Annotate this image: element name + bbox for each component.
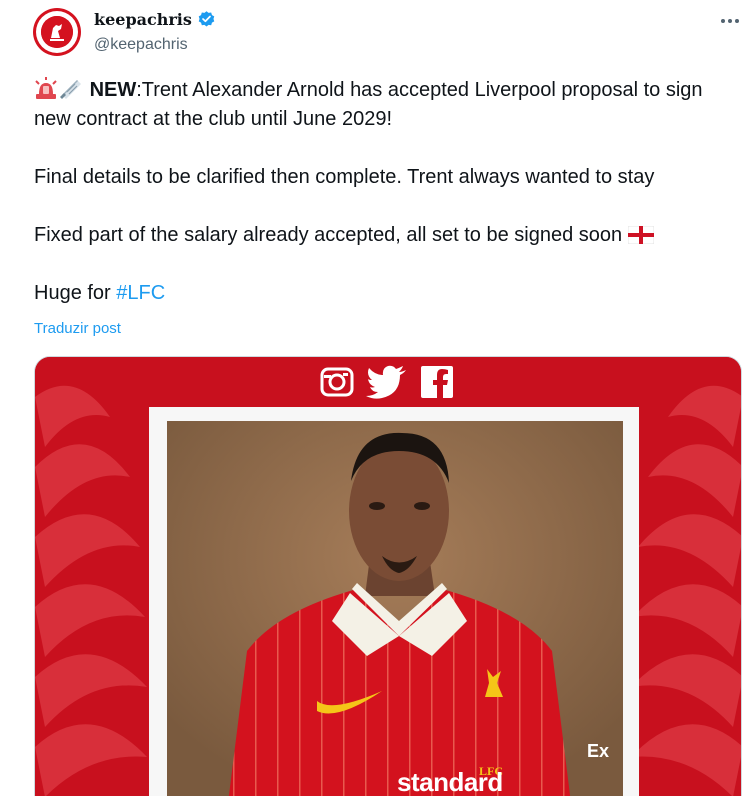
- player-illustration: [167, 421, 623, 796]
- tweet-card: keepachris @keepachris NEW:Trent Alexand…: [0, 0, 750, 796]
- england-flag-emoji: [627, 226, 654, 244]
- author-avatar[interactable]: [33, 8, 81, 56]
- twitter-icon: [366, 365, 406, 399]
- translate-post-link[interactable]: Traduzir post: [34, 320, 121, 337]
- new-label: NEW: [89, 79, 137, 101]
- tweet-text: NEW:Trent Alexander Arnold has accepted …: [34, 76, 734, 308]
- liverbird-logo-icon: [41, 16, 73, 48]
- author-handle[interactable]: @keepachris: [94, 36, 188, 54]
- instagram-icon: [320, 367, 354, 397]
- tweet-paragraph-3: Fixed part of the salary already accepte…: [34, 221, 734, 250]
- player-photo: LFC Ex standard chartered: [167, 421, 623, 796]
- more-options-button[interactable]: [716, 10, 744, 32]
- facebook-icon: [421, 366, 453, 398]
- tweet-paragraph-4: Huge for #LFC: [34, 279, 734, 308]
- tweet-media-image[interactable]: LFC Ex standard chartered: [34, 356, 742, 796]
- rotating-light-emoji: [35, 77, 57, 99]
- tweet-paragraph-2: Final details to be clarified then compl…: [34, 166, 655, 188]
- author-display-name[interactable]: keepachris: [94, 10, 192, 29]
- social-icons-row: [320, 365, 454, 399]
- line4-prefix: Huge for: [34, 282, 117, 304]
- author-name-row: keepachris: [94, 10, 216, 29]
- sleeve-sponsor-text: Ex: [587, 741, 610, 761]
- newspaper-emoji: [60, 80, 81, 99]
- dot-icon: [721, 19, 725, 23]
- dot-icon: [728, 19, 732, 23]
- line3-text: Fixed part of the salary already accepte…: [34, 224, 623, 246]
- dot-icon: [735, 19, 739, 23]
- shirt-sponsor-line1: standard: [397, 767, 503, 796]
- verified-badge-icon: [198, 11, 215, 27]
- hashtag-link[interactable]: #LFC: [116, 282, 165, 304]
- tweet-paragraph-1: NEW:Trent Alexander Arnold has accepted …: [34, 76, 734, 134]
